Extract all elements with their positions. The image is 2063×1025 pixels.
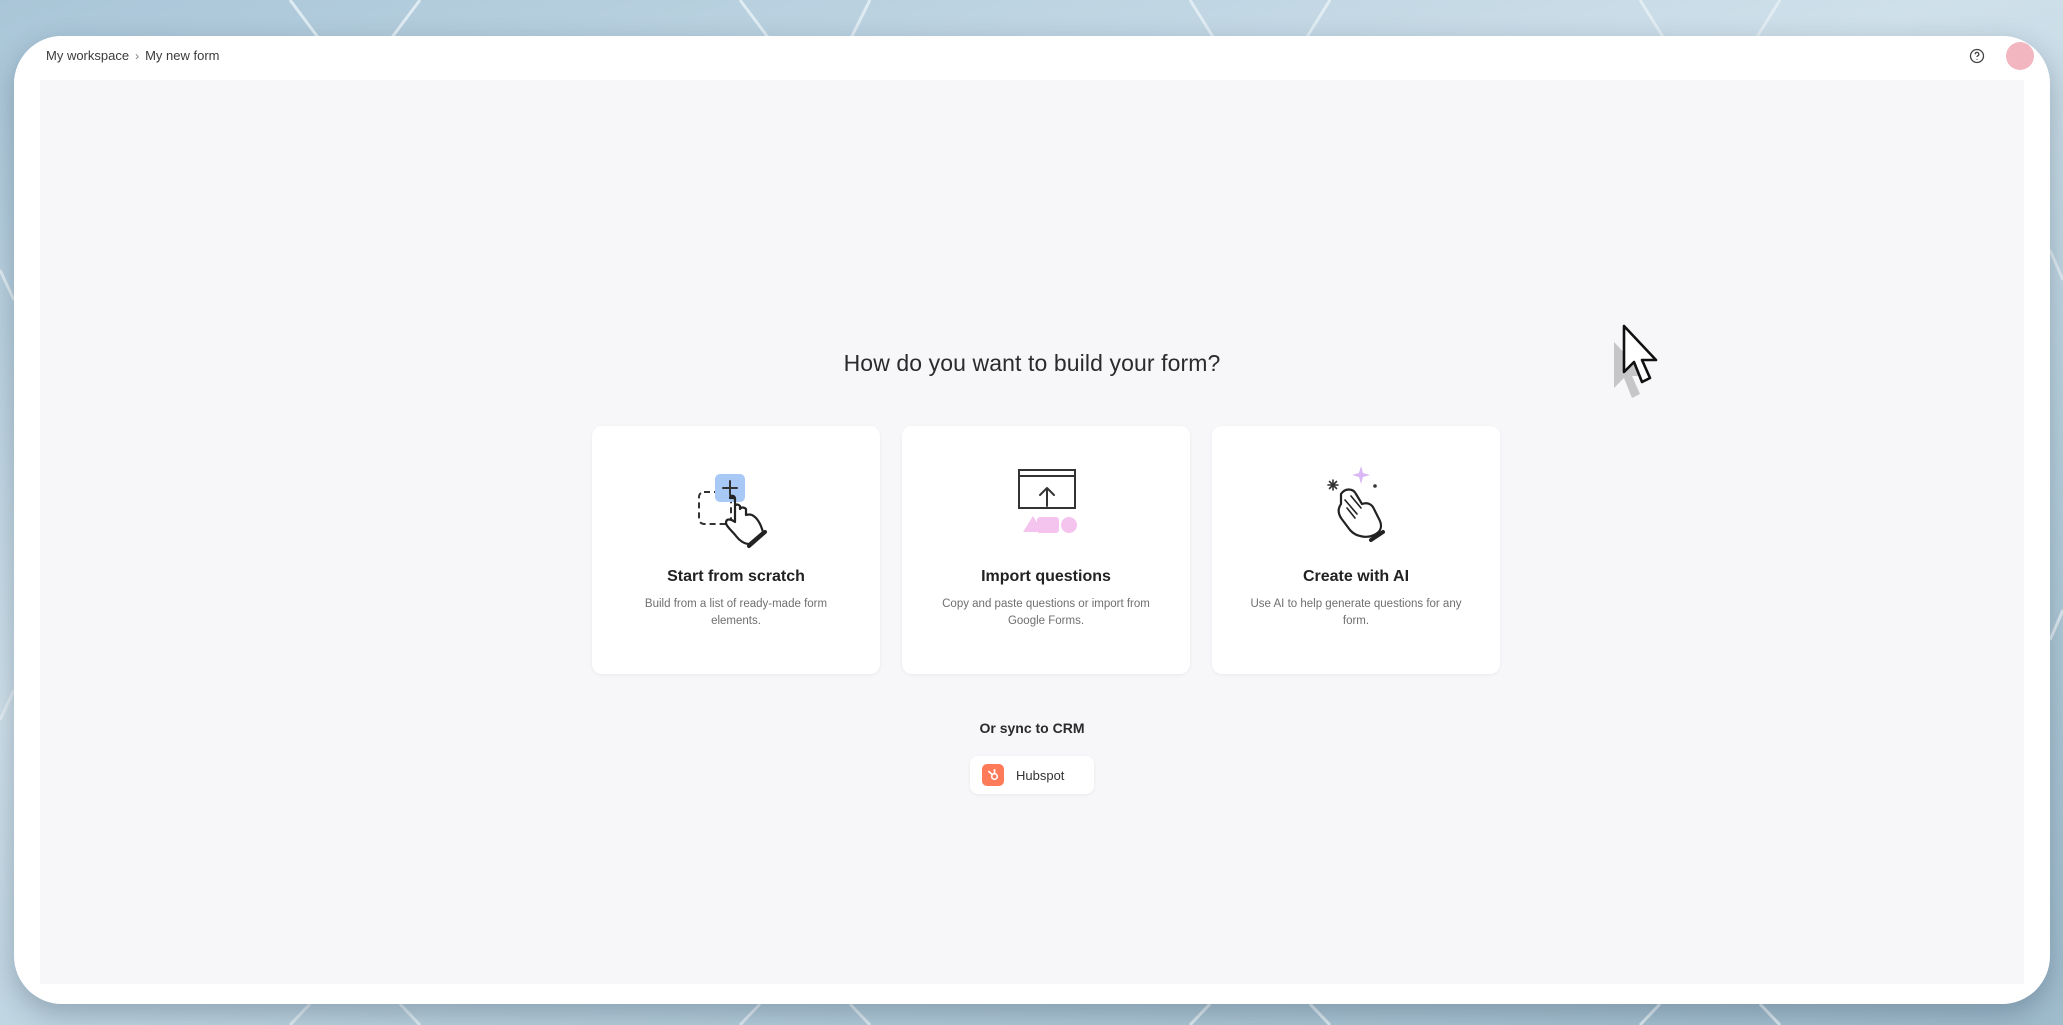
upload-shapes-icon [1018,469,1077,533]
sync-crm-label: Or sync to CRM [979,720,1085,736]
breadcrumb: My workspace › My new form [46,48,219,63]
card-title: Import questions [981,568,1111,585]
breadcrumb-form[interactable]: My new form [145,48,219,63]
card-title: Start from scratch [667,568,805,585]
sparkle-hand-icon [1327,466,1385,542]
main-canvas: How do you want to build your form? Star… [40,80,2024,984]
import-questions-card[interactable]: Import questions Copy and paste question… [902,426,1190,674]
breadcrumb-separator: › [135,48,140,63]
breadcrumb-workspace[interactable]: My workspace [46,48,129,63]
topbar-actions [1966,42,2034,70]
create-with-ai-card[interactable]: Create with AI Use AI to help generate q… [1212,426,1500,674]
top-bar: My workspace › My new form [14,36,2050,80]
avatar[interactable] [2006,42,2034,70]
hand-add-block-icon [698,474,767,548]
hubspot-icon [982,764,1004,786]
card-description: Use AI to help generate questions for an… [1250,598,1462,627]
start-from-scratch-card[interactable]: Start from scratch Build from a list of … [592,426,880,674]
card-title: Create with AI [1302,568,1410,585]
hubspot-label: Hubspot [1016,767,1065,783]
hubspot-button[interactable]: Hubspot [970,756,1094,794]
app-window: My workspace › My new form How do you wa… [14,36,2050,1004]
page-heading: How do you want to build your form? [843,350,1221,376]
card-description: Build from a list of ready-made form ele… [644,598,828,627]
help-icon[interactable] [1966,45,1988,67]
build-options: Start from scratch Build from a list of … [592,426,1500,674]
card-description: Copy and paste questions or import from … [942,598,1150,627]
mouse-cursor-icon [1614,324,1658,398]
